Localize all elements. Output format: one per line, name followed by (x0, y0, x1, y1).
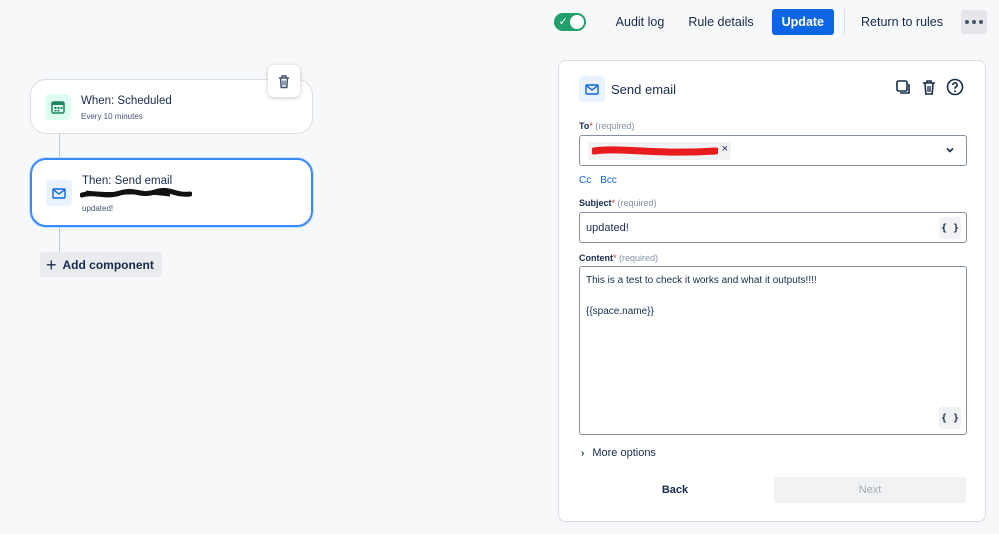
update-button[interactable]: Update (771, 9, 835, 35)
mail-icon (579, 76, 605, 102)
insert-variable-button[interactable]: { } (939, 407, 961, 429)
content-textarea[interactable]: This is a test to check it works and wha… (579, 266, 967, 435)
more-options-toggle[interactable]: › More options (581, 447, 656, 459)
back-button[interactable]: Back (653, 477, 697, 503)
top-toolbar: ✓ Audit log Rule details Update Return t… (553, 8, 987, 36)
chevron-down-icon[interactable] (944, 144, 956, 156)
more-actions-button[interactable] (961, 10, 987, 34)
panel-actions (893, 77, 965, 97)
connector-line (59, 134, 60, 158)
content-line: {{space.name}} (586, 306, 654, 317)
connector-line (59, 227, 60, 252)
help-icon[interactable] (945, 77, 965, 97)
calendar-icon (45, 94, 71, 120)
plus-icon: + (46, 254, 57, 275)
toolbar-divider (844, 9, 846, 35)
send-email-panel: Send email To* (required) × Cc Bcc Subjec… (558, 60, 986, 522)
redaction-mark (80, 188, 192, 198)
add-component-label: Add component (62, 257, 154, 272)
trigger-subtitle: Every 10 minutes (81, 112, 143, 121)
cc-bcc-links: Cc Bcc (579, 175, 626, 186)
copy-icon[interactable] (893, 77, 913, 97)
audit-log-button[interactable]: Audit log (604, 8, 677, 36)
content-label: Content* (required) (579, 253, 659, 263)
chevron-right-icon: › (581, 447, 585, 459)
bcc-link[interactable]: Bcc (600, 175, 617, 186)
trash-icon[interactable] (919, 77, 939, 97)
subject-input[interactable]: updated! { } (579, 212, 967, 243)
subject-value: updated! (586, 222, 629, 234)
subject-label: Subject* (required) (579, 198, 657, 208)
delete-node-button[interactable] (268, 65, 300, 97)
more-options-label: More options (592, 447, 656, 459)
insert-variable-button[interactable]: { } (939, 217, 961, 239)
rule-enabled-toggle[interactable]: ✓ (553, 13, 586, 31)
trash-icon (279, 74, 289, 88)
trigger-title: When: Scheduled (81, 95, 172, 107)
add-component-button[interactable]: + Add component (40, 252, 162, 277)
panel-header: Send email (579, 76, 676, 102)
to-field[interactable]: × (579, 135, 967, 166)
remove-recipient-button[interactable]: × (722, 143, 728, 155)
ellipsis-icon (965, 20, 969, 24)
return-to-rules-button[interactable]: Return to rules (849, 8, 955, 36)
rule-details-button[interactable]: Rule details (676, 8, 765, 36)
action-node[interactable]: Then: Send email updated! (30, 158, 313, 227)
content-line: This is a test to check it works and wha… (586, 275, 817, 286)
recipient-chip: × (588, 142, 731, 160)
panel-title: Send email (611, 81, 677, 97)
next-button[interactable]: Next (774, 477, 966, 503)
mail-icon (46, 180, 72, 206)
redaction-mark (592, 146, 718, 156)
cc-link[interactable]: Cc (579, 175, 591, 186)
check-icon: ✓ (558, 16, 568, 28)
action-subtitle: updated! (82, 204, 114, 213)
action-title: Then: Send email (82, 175, 173, 187)
toggle-knob (569, 15, 584, 29)
to-label: To* (required) (579, 121, 635, 131)
